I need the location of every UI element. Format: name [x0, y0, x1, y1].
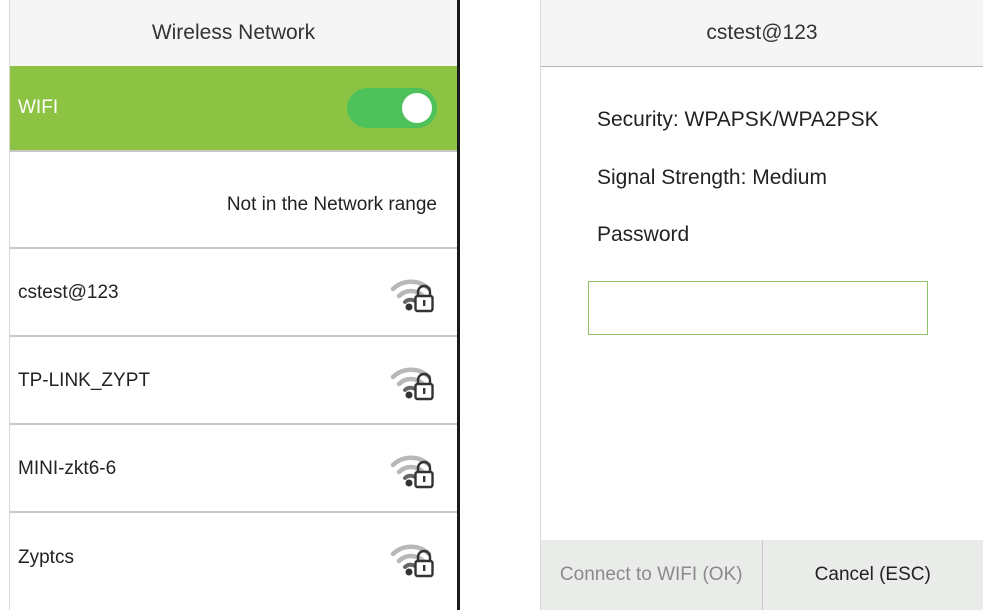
wifi-lock-icon: [390, 455, 434, 489]
wifi-lock-icon: [390, 279, 434, 313]
wifi-label: WIFI: [18, 97, 59, 118]
network-list-item[interactable]: TP-LINK_ZYPT: [10, 339, 457, 425]
network-detail-screen: cstest@123 Security: WPAPSK/WPA2PSK Sign…: [540, 0, 983, 610]
password-label: Password: [597, 223, 690, 246]
wireless-network-screen: Wireless Network WIFI Not in the Network…: [9, 0, 460, 610]
network-list-item[interactable]: Zyptcs: [10, 515, 457, 601]
password-input[interactable]: [588, 281, 928, 335]
network-status-text: Not in the Network range: [226, 194, 437, 215]
network-ssid: Zyptcs: [18, 547, 74, 568]
cancel-button[interactable]: Cancel (ESC): [762, 540, 983, 610]
network-list-item[interactable]: MINI-zkt6-6: [10, 427, 457, 513]
wifi-lock-icon: [390, 367, 434, 401]
wifi-toggle-row[interactable]: WIFI: [10, 66, 457, 152]
network-ssid: TP-LINK_ZYPT: [18, 370, 150, 391]
network-detail-title: cstest@123: [541, 0, 983, 67]
network-ssid: cstest@123: [18, 282, 119, 303]
wifi-lock-icon: [390, 544, 434, 578]
network-list-item[interactable]: cstest@123: [10, 251, 457, 337]
action-button-bar: Connect to WIFI (OK) Cancel (ESC): [541, 540, 983, 610]
toggle-knob: [402, 93, 432, 123]
wifi-toggle-switch[interactable]: [347, 88, 437, 128]
page-title: Wireless Network: [10, 0, 457, 67]
security-info: Security: WPAPSK/WPA2PSK: [597, 108, 879, 131]
network-ssid: MINI-zkt6-6: [18, 458, 117, 479]
connect-wifi-button[interactable]: Connect to WIFI (OK): [541, 540, 763, 610]
network-status-row: Not in the Network range: [10, 163, 457, 249]
signal-strength-info: Signal Strength: Medium: [597, 166, 827, 189]
